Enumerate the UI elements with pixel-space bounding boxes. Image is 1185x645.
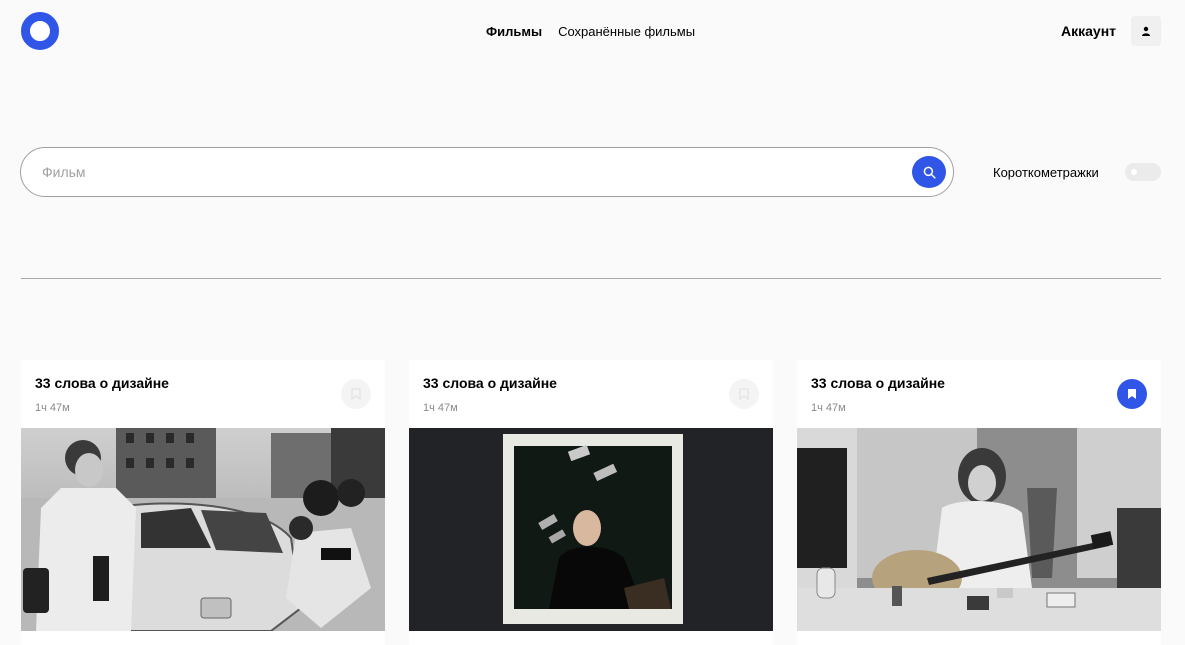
account-link[interactable]: Аккаунт <box>1061 23 1116 39</box>
section-divider <box>21 278 1161 279</box>
nav-movies-link[interactable]: Фильмы <box>486 24 542 39</box>
search-input[interactable] <box>42 160 902 184</box>
user-icon <box>1142 26 1150 36</box>
nav-saved-movies-link[interactable]: Сохранённые фильмы <box>558 24 695 39</box>
movie-title: 33 слова о дизайне <box>423 375 557 391</box>
movie-duration: 1ч 47м <box>35 402 70 414</box>
toggle-knob <box>1131 169 1137 175</box>
movie-title: 33 слова о дизайне <box>811 375 945 391</box>
search-form <box>20 147 954 197</box>
movie-card[interactable]: 33 слова о дизайне 1ч 47м <box>21 360 385 645</box>
save-button[interactable] <box>341 379 371 409</box>
movie-thumbnail[interactable] <box>797 428 1161 631</box>
movies-page: Фильмы Сохранённые фильмы Аккаунт Коротк… <box>0 0 1185 645</box>
movie-card[interactable]: 33 слова о дизайне 1ч 47м <box>797 360 1161 645</box>
movie-thumbnail[interactable] <box>21 428 385 631</box>
main-nav: Фильмы Сохранённые фильмы <box>486 24 695 39</box>
bookmark-icon <box>739 388 749 400</box>
shorts-toggle[interactable] <box>1125 163 1161 181</box>
shorts-filter-label: Короткометражки <box>993 165 1099 180</box>
logo-icon[interactable] <box>21 12 59 50</box>
movie-card[interactable]: 33 слова о дизайне 1ч 47м <box>409 360 773 645</box>
movie-duration: 1ч 47м <box>811 402 846 414</box>
movie-title: 33 слова о дизайне <box>35 375 169 391</box>
search-icon <box>923 166 936 179</box>
movie-duration: 1ч 47м <box>423 402 458 414</box>
search-button[interactable] <box>912 156 946 188</box>
save-button[interactable] <box>729 379 759 409</box>
bookmark-icon <box>351 388 361 400</box>
bookmark-filled-icon <box>1128 389 1136 399</box>
movie-thumbnail[interactable] <box>409 428 773 631</box>
saved-bookmark-button[interactable] <box>1117 379 1147 409</box>
account-button[interactable] <box>1131 16 1161 46</box>
